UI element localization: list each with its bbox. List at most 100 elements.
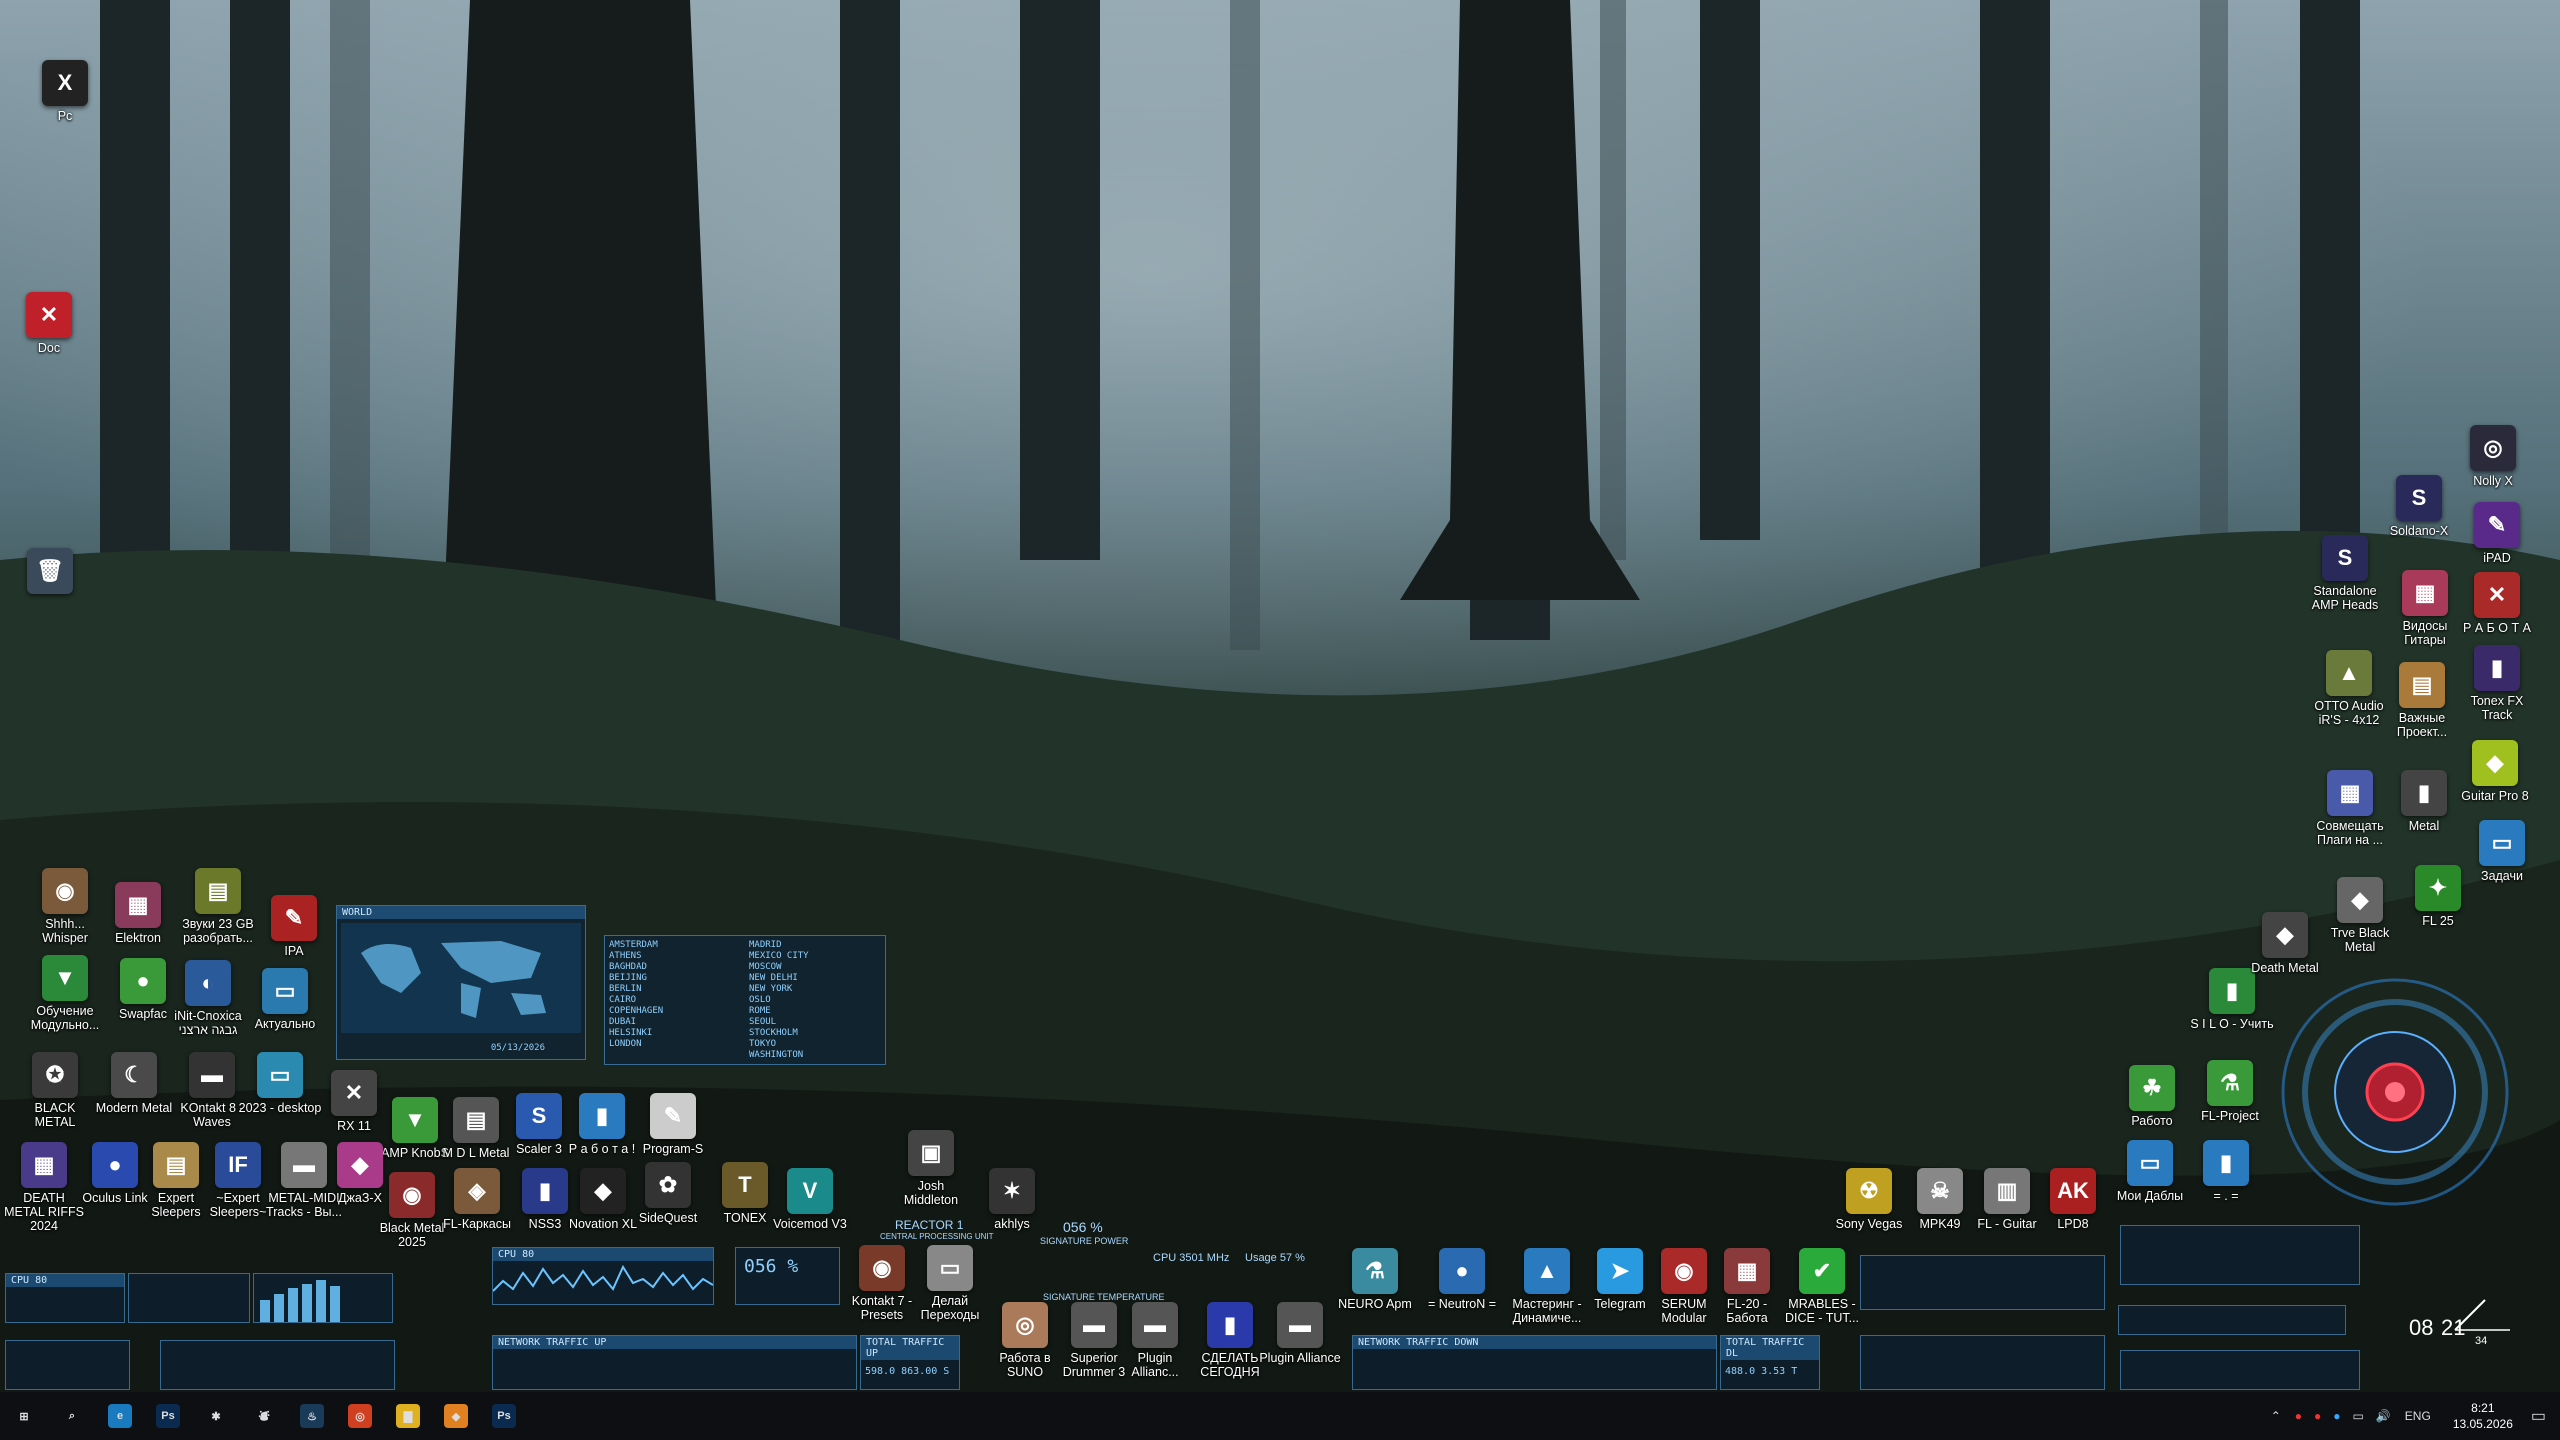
desktop-icon[interactable]: ◆ Death Metal	[2243, 912, 2327, 975]
tray-chevron-icon[interactable]: ⌃	[2271, 1409, 2281, 1423]
app-icon: ◐	[185, 960, 231, 1006]
desktop-icon-label: Shhh... Whisper	[42, 917, 88, 945]
timezone-row: HELSINKI	[605, 1028, 745, 1039]
desktop-icon[interactable]: V Voicemod V3	[768, 1168, 852, 1231]
timezone-column-1: AMSTERDAM ATHENS BAGHDAD BEIJING BERLIN CAIRO…	[605, 940, 745, 1061]
desktop-icon[interactable]: ⚗ FL-Project	[2188, 1060, 2272, 1123]
desktop-icon[interactable]: ▦ FL-20 - Бабота	[1705, 1248, 1789, 1325]
taskbar-photoshop-icon[interactable]: Ps	[144, 1392, 192, 1440]
app-icon: ✔	[1799, 1248, 1845, 1294]
tray-network-icon[interactable]: ▭	[2353, 1409, 2364, 1423]
tray-app-icon[interactable]: ●	[2295, 1409, 2302, 1423]
timezone-city: SEOUL	[749, 1017, 777, 1027]
taskbar-edge-icon[interactable]: e	[96, 1392, 144, 1440]
desktop-icon[interactable]: ◐ iNit-Cnoxica גבגה ארצני	[166, 960, 250, 1037]
desktop-icon[interactable]: ▲ OTTO Audio iR'S - 4x12	[2307, 650, 2391, 727]
desktop-icon[interactable]: ✎ IPA	[252, 895, 336, 958]
timezone-row: ATHENS	[605, 951, 745, 962]
desktop-icon[interactable]: X Pc	[23, 60, 107, 123]
desktop-icon[interactable]: ⚗ NEURO Apm	[1333, 1248, 1417, 1311]
desktop-icon[interactable]: ◉ Shhh... Whisper	[23, 868, 107, 945]
app-icon: ▮	[2474, 645, 2520, 691]
taskbar-app-fox-icon[interactable]: ⛇	[240, 1392, 288, 1440]
timezone-row: MOSCOW	[745, 962, 885, 973]
taskbar-clock[interactable]: 8:21 13.05.2026	[2453, 1400, 2513, 1432]
desktop-icon[interactable]: ▭ Актуально	[243, 968, 327, 1031]
desktop-icon[interactable]: 🗑	[8, 548, 92, 597]
world-map-widget: WORLD 05/13/2026	[336, 905, 586, 1060]
desktop-icon[interactable]: ◎ Nolly X	[2451, 425, 2535, 488]
total-up-value: 598.0 863.00 S	[865, 1366, 950, 1377]
desktop-icon-label: Совмещать Плаги на ...	[2316, 819, 2384, 847]
desktop-icon-label: Modern Metal	[95, 1101, 173, 1115]
system-tray: ⌃ ● ● ● ▭ 🔊 ENG 8:21 13.05.2026 ▭	[2263, 1392, 2560, 1440]
app-icon: ●	[1439, 1248, 1485, 1294]
app-icon: ▭	[257, 1052, 303, 1098]
desktop-icon-label: = . =	[2213, 1189, 2239, 1203]
tray-app-icon-3[interactable]: ●	[2333, 1409, 2340, 1423]
taskbar-steam-icon[interactable]: ♨	[288, 1392, 336, 1440]
taskbar-apps: ⊞ ⌕ e Ps ✱ ⛇ ♨ ◎ ▇ ◆ Ps	[0, 1392, 528, 1440]
taskbar-glyph: Ps	[492, 1404, 516, 1428]
desktop-icon[interactable]: ▤ Важные Проект...	[2380, 662, 2464, 739]
desktop-icon[interactable]: ▣ Josh Middleton	[889, 1130, 973, 1207]
desktop-icon[interactable]: S Soldano-X	[2377, 475, 2461, 538]
tray-volume-icon[interactable]: 🔊	[2376, 1409, 2391, 1423]
desktop-icon-label: Pc	[57, 109, 73, 123]
desktop-icon[interactable]: ✿ SideQuest	[626, 1162, 710, 1225]
desktop-icon[interactable]: ▦ Elektron	[96, 882, 180, 945]
notification-icon[interactable]: ▭	[2531, 1406, 2546, 1426]
desktop-icon[interactable]: ▮ S I L O - Учить	[2190, 968, 2274, 1031]
taskbar-explorer-icon[interactable]: ▇	[384, 1392, 432, 1440]
desktop-icon[interactable]: ▭ Задачи	[2460, 820, 2544, 883]
desktop-icon[interactable]: S Standalone AMP Heads	[2303, 535, 2387, 612]
timezone-row: OSLO	[745, 995, 885, 1006]
taskbar-photoshop-2-icon[interactable]: Ps	[480, 1392, 528, 1440]
desktop-icon[interactable]: ▤ Звуки 23 GB разобрать...	[176, 868, 260, 945]
desktop-icon-label: Standalone AMP Heads	[2311, 584, 2379, 612]
tray-language[interactable]: ENG	[2405, 1409, 2431, 1423]
desktop-icon[interactable]: ▼ Обучение Модульно...	[23, 955, 107, 1032]
desktop-icon[interactable]: ▬ Plugin Allianc...	[1113, 1302, 1197, 1379]
desktop-icon[interactable]: AK LPD8	[2031, 1168, 2115, 1231]
desktop-icon[interactable]: ▮ = . =	[2184, 1140, 2268, 1203]
app-icon: ●	[92, 1142, 138, 1188]
app-icon: T	[722, 1162, 768, 1208]
desktop-icon[interactable]: ▲ Мастеринг - Динамиче...	[1505, 1248, 1589, 1325]
timezone-row: MADRID	[745, 940, 885, 951]
desktop-icon[interactable]: ✎ Program-S	[631, 1093, 715, 1156]
desktop-icon[interactable]: ▭ Мои Даблы	[2108, 1140, 2192, 1203]
app-icon: ▦	[2402, 570, 2448, 616]
desktop-icon[interactable]: ☘ Работо	[2110, 1065, 2194, 1128]
desktop-icon[interactable]: ✶ akhlys	[970, 1168, 1054, 1231]
desktop-icon[interactable]: ● = NeutroN =	[1420, 1248, 1504, 1311]
taskbar-search-icon[interactable]: ⌕	[48, 1392, 96, 1440]
desktop-icon[interactable]: ✎ iPAD	[2455, 502, 2539, 565]
desktop-icon[interactable]: ✪ BLACK METAL	[13, 1052, 97, 1129]
desktop-icon-label: Josh Middleton	[903, 1179, 959, 1207]
desktop-icon[interactable]: ✔ MRABLES - DICE - TUT...	[1780, 1248, 1864, 1325]
desktop-icon[interactable]: ◆ Guitar Pro 8	[2453, 740, 2537, 803]
desktop-icon[interactable]: ✕ Doc	[7, 292, 91, 355]
app-icon: ▤	[2399, 662, 2445, 708]
desktop-icon[interactable]: ▦ Совмещать Плаги на ...	[2308, 770, 2392, 847]
taskbar-fl-studio-icon[interactable]: ◆	[432, 1392, 480, 1440]
desktop-icon[interactable]: ◆ Trve Black Metal	[2318, 877, 2402, 954]
taskbar-app-gear-icon[interactable]: ✱	[192, 1392, 240, 1440]
timezone-row: DUBAI	[605, 1017, 745, 1028]
taskbar-chrome-icon[interactable]: ◎	[336, 1392, 384, 1440]
desktop-icon[interactable]: ☾ Modern Metal	[92, 1052, 176, 1115]
desktop-icon[interactable]: ▮ Tonex FX Track	[2455, 645, 2539, 722]
desktop-icon[interactable]: ▬ Plugin Alliance	[1258, 1302, 1342, 1365]
timezone-city: MADRID	[749, 940, 782, 950]
desktop-icon[interactable]: ▭ Делай Переходы	[908, 1245, 992, 1322]
tray-app-icon-2[interactable]: ●	[2314, 1409, 2321, 1423]
taskbar-glyph: e	[108, 1404, 132, 1428]
desktop-icon[interactable]: ▭ 2023 - desktop	[238, 1052, 322, 1115]
taskbar-glyph: ♨	[300, 1404, 324, 1428]
taskbar-start-icon[interactable]: ⊞	[0, 1392, 48, 1440]
app-icon: ▭	[262, 968, 308, 1014]
desktop-icon[interactable]: ✕ Р А Б О Т А	[2455, 572, 2539, 635]
taskbar-glyph: ✱	[211, 1410, 221, 1423]
usage-label: Usage 57 %	[1245, 1252, 1305, 1264]
